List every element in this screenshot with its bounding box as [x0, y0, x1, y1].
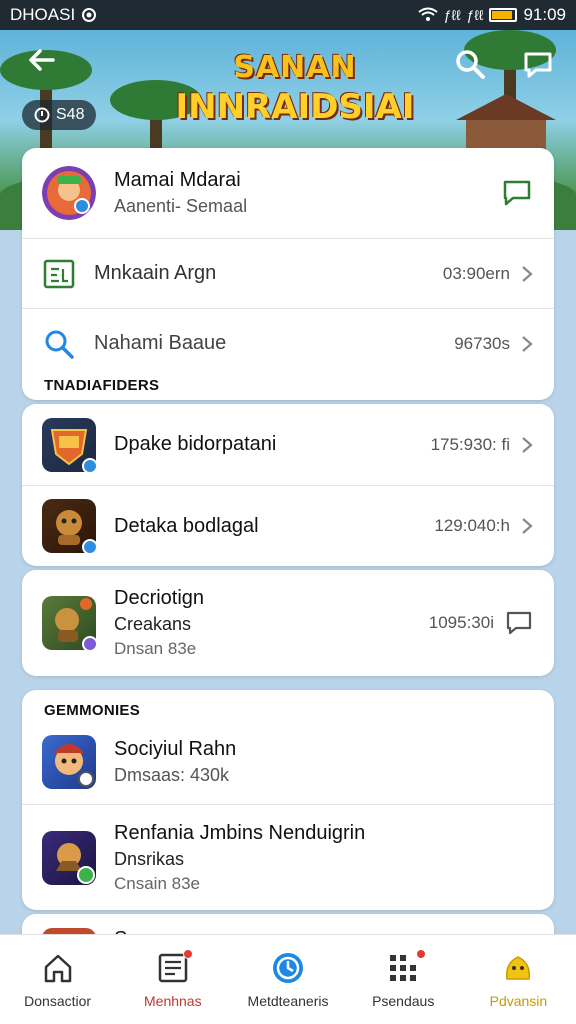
chat-button[interactable]: [520, 46, 556, 82]
game-title-line1: SANAN: [233, 50, 357, 85]
nav-grid[interactable]: Psendaus: [346, 935, 461, 1024]
list-item-subtitle: Dmsaas: 430k: [114, 765, 230, 785]
nav-home-label: Donsactior: [24, 992, 92, 1009]
nav-profile[interactable]: Pdvansin: [461, 935, 576, 1024]
list-item[interactable]: Sociyiul Rahn Dmsaas: 430k: [22, 720, 554, 804]
game-list-card: Dpake bidorpatani 175:930: fi Detaka bod…: [22, 404, 554, 566]
section-heading: GEMMONIES: [44, 702, 141, 719]
list-item-detail: Dnsan 83e: [114, 639, 197, 658]
profile-row[interactable]: Mamai Mdarai Aanenti- Semaal: [22, 148, 554, 238]
game-icon: [42, 735, 96, 789]
magnifier-icon: [45, 330, 74, 359]
list-item-title: Detaka bodlagal: [114, 514, 259, 537]
nav-activity[interactable]: Metdteaneris: [230, 935, 345, 1024]
profile-name: Mamai Mdarai: [114, 169, 241, 191]
game-title: SANAN INNRAIDSIAI: [150, 50, 440, 127]
chevron-right-icon: [522, 436, 533, 453]
nav-news[interactable]: Menhnas: [115, 935, 230, 1024]
network-label: ƒℓℓ: [466, 7, 484, 23]
status-dot: [82, 636, 98, 652]
list-item-detail: Cnsain 83e: [114, 873, 201, 893]
search-button[interactable]: [452, 46, 488, 82]
message-icon[interactable]: [500, 176, 534, 210]
nav-activity-label: Metdteaneris: [247, 992, 329, 1009]
menu-row-calendar[interactable]: Mnkaain Argn 03:90ern: [22, 238, 554, 308]
menu-row-label: Mnkaain Argn: [94, 262, 217, 284]
status-bar: DHOASI ƒℓℓ ƒℓℓ 91:09: [0, 0, 576, 30]
arrow-left-icon: [29, 49, 55, 71]
bottom-navigation: Donsactior Menhnas Metdteaneris Psendaus…: [0, 934, 576, 1024]
carrier-label: DHOASI: [10, 5, 76, 24]
chevron-right-icon: [522, 518, 533, 534]
list-item-title: Renfania Jmbins Nenduigrin: [114, 821, 366, 844]
list-item-title: Sociyiul Rahn: [114, 738, 237, 760]
game-icon: [42, 417, 98, 474]
section-heading: TNADIAFIDERS: [44, 377, 160, 394]
search-icon: [456, 50, 485, 79]
chevron-right-icon: [522, 265, 533, 282]
battery-icon: [489, 8, 518, 22]
chevron-right-icon: [522, 335, 533, 352]
notification-dot: [183, 949, 194, 959]
status-dot: [82, 539, 98, 555]
signal-label: ƒℓℓ: [443, 7, 461, 23]
nav-grid-label: Psendaus: [372, 992, 435, 1009]
back-button[interactable]: [22, 44, 62, 84]
mascot-icon: [506, 955, 531, 980]
avatar: [42, 166, 96, 220]
list-item-meta: 175:930: fi: [430, 434, 510, 454]
record-icon: [82, 8, 97, 22]
status-dot: [82, 457, 98, 474]
communities-card: Sociyiul Rahn Dmsaas: 430k Renfania Jmbi…: [22, 690, 554, 910]
list-item-title: Decriotign: [114, 587, 205, 609]
points-badge: S48: [22, 100, 97, 130]
nav-home[interactable]: Donsactior: [0, 935, 115, 1024]
nav-news-label: Menhnas: [144, 992, 202, 1009]
list-item[interactable]: Renfania Jmbins Nenduigrin Dnsrikas Cnsa…: [22, 804, 554, 910]
list-item-meta: 1095:30i: [428, 613, 494, 632]
game-icon: [42, 830, 96, 885]
list-item[interactable]: Detaka bodlagal 129:040:h: [22, 485, 554, 566]
profile-subtitle: Aanenti- Semaal: [114, 196, 248, 216]
wifi-icon: [418, 7, 438, 21]
points-value: S48: [56, 106, 85, 123]
game-title-line2: INNRAIDSIAI: [175, 87, 415, 127]
clock: 91:09: [523, 5, 566, 24]
list-item-subtitle: Creakans: [114, 614, 192, 634]
list-item-meta: 129:040:h: [434, 516, 510, 535]
list-item-subtitle: Dnsrikas: [114, 848, 185, 869]
game-detail-card: Decriotign Creakans Dnsan 83e 1095:30i: [22, 570, 554, 676]
game-icon: [42, 499, 98, 555]
message-icon[interactable]: [504, 608, 534, 638]
game-icon: [42, 596, 98, 652]
grid-icon: [390, 954, 417, 981]
list-item[interactable]: Dpake bidorpatani 175:930: fi: [22, 404, 554, 485]
profile-card: Mamai Mdarai Aanenti- Semaal Mnkaain Arg…: [22, 148, 554, 400]
list-item-title: Dpake bidorpatani: [114, 433, 277, 455]
menu-row-meta: 03:90ern: [442, 263, 510, 283]
menu-row-meta: 96730s: [454, 333, 510, 353]
calendar-icon: [43, 259, 75, 288]
notification-dot: [415, 949, 426, 959]
nav-profile-label: Pdvansin: [489, 992, 548, 1009]
list-item[interactable]: Decriotign Creakans Dnsan 83e 1095:30i: [22, 570, 554, 676]
chat-bubble-icon: [524, 52, 552, 78]
clock-icon: [273, 952, 303, 983]
menu-row-label: Nahami Baaue: [94, 332, 227, 354]
shield-icon: [34, 107, 50, 123]
home-icon: [44, 954, 71, 982]
menu-row-search[interactable]: Nahami Baaue 96730s: [22, 308, 554, 378]
